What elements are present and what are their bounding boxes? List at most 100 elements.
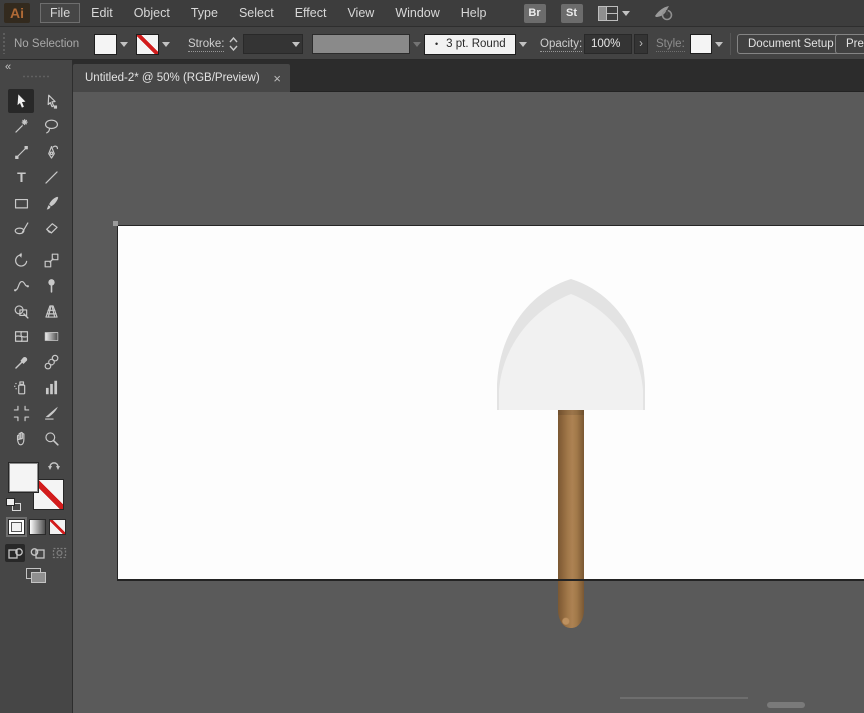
tools-panel-grip[interactable] bbox=[22, 75, 50, 78]
stroke-weight-chevron-down-icon[interactable] bbox=[289, 34, 302, 55]
symbol-sprayer-tool[interactable] bbox=[8, 376, 34, 400]
width-tool[interactable] bbox=[8, 274, 34, 298]
swap-fill-stroke-icon[interactable] bbox=[47, 458, 61, 476]
menu-help[interactable]: Help bbox=[451, 3, 497, 23]
opacity-options-button[interactable]: › bbox=[634, 34, 648, 54]
menu-window[interactable]: Window bbox=[385, 3, 449, 23]
horizontal-scrollbar-thumb[interactable] bbox=[767, 702, 805, 708]
gradient-button[interactable] bbox=[29, 519, 46, 535]
slice-tool[interactable] bbox=[38, 401, 64, 425]
stroke-color-dropdown[interactable] bbox=[136, 33, 172, 55]
pen-tool[interactable] bbox=[38, 140, 64, 164]
controlbar-grip[interactable] bbox=[2, 32, 6, 54]
rectangle-tool[interactable] bbox=[8, 191, 34, 215]
brush-dot-icon: • bbox=[435, 39, 439, 49]
controlbar-separator bbox=[730, 33, 731, 55]
menu-select[interactable]: Select bbox=[229, 3, 284, 23]
menu-object[interactable]: Object bbox=[124, 3, 180, 23]
width-profile-dropdown[interactable] bbox=[312, 34, 423, 54]
direct-selection-tool[interactable] bbox=[38, 89, 64, 113]
shovel-head-shape bbox=[497, 279, 645, 410]
paintbrush-tool[interactable] bbox=[38, 191, 64, 215]
stroke-weight-stepper[interactable] bbox=[227, 34, 239, 54]
bridge-button[interactable]: Br bbox=[523, 3, 546, 23]
default-fill-stroke-icon[interactable] bbox=[6, 498, 21, 511]
draw-inside-button[interactable] bbox=[49, 544, 69, 562]
horizontal-scrollbar-track[interactable] bbox=[620, 697, 748, 699]
stroke-panel-link[interactable]: Stroke: bbox=[188, 34, 225, 54]
shovel-handle-shape bbox=[558, 403, 584, 628]
control-bar: No Selection Stroke: • 3 pt. Round Opaci… bbox=[0, 26, 864, 60]
stroke-swatch-none[interactable] bbox=[136, 33, 159, 55]
opacity-input[interactable]: 100% bbox=[584, 34, 632, 54]
document-tab-bar: Untitled-2* @ 50% (RGB/Preview) × bbox=[73, 60, 864, 92]
menu-view[interactable]: View bbox=[337, 3, 384, 23]
illustrator-window: Ai File Edit Object Type Select Effect View Win… bbox=[0, 0, 864, 713]
mesh-tool[interactable] bbox=[8, 325, 34, 349]
document-area: Untitled-2* @ 50% (RGB/Preview) × bbox=[73, 60, 864, 713]
color-type-buttons bbox=[0, 519, 73, 537]
draw-behind-button[interactable] bbox=[27, 544, 47, 562]
blend-tool[interactable] bbox=[38, 350, 64, 374]
stroke-weight-dropdown[interactable] bbox=[243, 34, 303, 54]
selection-tool[interactable] bbox=[8, 89, 34, 113]
style-chevron-down-icon[interactable] bbox=[712, 34, 725, 55]
artboard-tool[interactable] bbox=[8, 401, 34, 425]
eyedropper-tool[interactable] bbox=[8, 350, 34, 374]
menu-bar: Ai File Edit Object Type Select Effect View Win… bbox=[0, 0, 864, 26]
zoom-tool[interactable] bbox=[38, 427, 64, 451]
eraser-tool[interactable] bbox=[38, 217, 64, 241]
none-button[interactable] bbox=[49, 519, 66, 535]
menu-edit[interactable]: Edit bbox=[81, 3, 123, 23]
gradient-tool[interactable] bbox=[38, 325, 64, 349]
document-tab[interactable]: Untitled-2* @ 50% (RGB/Preview) × bbox=[73, 64, 290, 92]
viewport[interactable] bbox=[73, 92, 864, 713]
opacity-panel-link[interactable]: Opacity: bbox=[540, 34, 583, 54]
column-graph-tool[interactable] bbox=[38, 376, 64, 400]
scale-tool[interactable] bbox=[38, 248, 64, 272]
artboard-bottom-edge bbox=[117, 579, 864, 581]
fill-color-dropdown[interactable] bbox=[94, 33, 130, 55]
stock-button[interactable]: St bbox=[560, 3, 583, 23]
drawing-mode-buttons bbox=[0, 544, 73, 564]
menu-type[interactable]: Type bbox=[181, 3, 228, 23]
document-tab-title: Untitled-2* @ 50% (RGB/Preview) bbox=[85, 72, 260, 84]
artboard-corner-handle bbox=[113, 221, 118, 226]
free-transform-tool[interactable] bbox=[38, 274, 64, 298]
fill-swatch[interactable] bbox=[94, 33, 117, 55]
preferences-button[interactable]: Preferences bbox=[835, 34, 864, 54]
shaper-tool[interactable] bbox=[8, 217, 34, 241]
gpu-performance-icon[interactable] bbox=[652, 3, 674, 23]
graphic-style-dropdown[interactable] bbox=[690, 34, 725, 54]
shape-builder-tool[interactable] bbox=[8, 299, 34, 323]
document-setup-button[interactable]: Document Setup bbox=[737, 34, 845, 54]
curvature-tool[interactable] bbox=[8, 140, 34, 164]
magic-wand-tool[interactable] bbox=[8, 115, 34, 139]
menubar-right-icons: Br St bbox=[523, 3, 674, 23]
hand-tool[interactable] bbox=[8, 427, 34, 451]
brush-chevron-down-icon[interactable] bbox=[516, 34, 529, 55]
shovel-head-inner bbox=[499, 294, 643, 410]
draw-normal-button[interactable] bbox=[5, 544, 25, 562]
tab-close-icon[interactable]: × bbox=[264, 71, 290, 86]
fill-chevron-down-icon[interactable] bbox=[117, 34, 130, 55]
brush-definition-dropdown[interactable]: • 3 pt. Round bbox=[424, 33, 529, 55]
stroke-chevron-down-icon[interactable] bbox=[159, 34, 172, 55]
fill-proxy-swatch[interactable] bbox=[8, 462, 39, 493]
screen-mode-button[interactable] bbox=[26, 568, 48, 586]
workspace-switcher-icon[interactable] bbox=[597, 5, 618, 21]
collapse-panel-button[interactable]: « bbox=[5, 61, 11, 73]
perspective-grid-tool[interactable] bbox=[38, 299, 64, 323]
fill-stroke-widget bbox=[0, 458, 73, 518]
svg-text:T: T bbox=[17, 170, 26, 186]
workspace-chevron-down-icon[interactable] bbox=[621, 10, 630, 16]
width-profile-chevron-down-icon bbox=[410, 34, 423, 55]
rotate-tool[interactable] bbox=[8, 248, 34, 272]
line-segment-tool[interactable] bbox=[38, 166, 64, 190]
menu-file[interactable]: File bbox=[40, 3, 81, 23]
type-tool[interactable]: T bbox=[8, 166, 34, 190]
color-button[interactable] bbox=[8, 519, 25, 535]
menu-effect[interactable]: Effect bbox=[285, 3, 337, 23]
tools-panel: « T bbox=[0, 60, 73, 713]
lasso-tool[interactable] bbox=[38, 115, 64, 139]
